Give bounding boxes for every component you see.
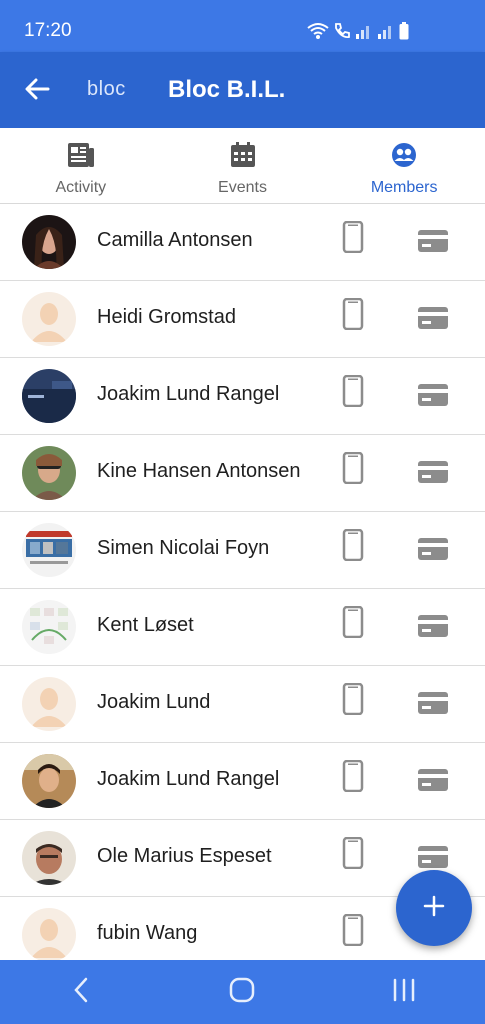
plus-icon <box>423 895 445 922</box>
newspaper-icon <box>67 142 95 173</box>
member-name: Heidi Gromstad <box>97 306 236 328</box>
phone-icon[interactable] <box>342 297 364 335</box>
nav-home-button[interactable] <box>212 967 272 1017</box>
member-name: Simen Nicolai Foyn <box>97 537 270 559</box>
avatar <box>22 600 76 654</box>
member-name: fubin Wang <box>97 922 198 944</box>
member-name: Joakim Lund <box>97 691 211 713</box>
card-icon[interactable] <box>418 769 448 796</box>
phone-icon[interactable] <box>342 605 364 643</box>
tab-activity[interactable]: Activity <box>0 128 162 203</box>
member-name: Kent Løset <box>97 614 194 636</box>
battery-icon <box>399 22 409 40</box>
back-nav-icon <box>73 977 89 1008</box>
home-nav-icon <box>229 977 255 1008</box>
card-icon[interactable] <box>418 846 448 873</box>
card-icon[interactable] <box>418 230 448 257</box>
card-icon[interactable] <box>418 692 448 719</box>
phone-icon[interactable] <box>342 220 364 258</box>
add-member-button[interactable] <box>396 870 472 946</box>
system-nav-bar <box>0 960 485 1024</box>
phone-icon[interactable] <box>342 451 364 489</box>
arrow-left-icon <box>24 78 50 105</box>
signal-icon <box>355 22 373 40</box>
wifi-icon <box>307 22 329 40</box>
member-name: Joakim Lund Rangel <box>97 768 280 790</box>
avatar <box>22 831 76 885</box>
list-item[interactable]: Joakim Lund <box>0 666 485 743</box>
tab-label: Activity <box>55 179 107 196</box>
calendar-icon <box>230 142 256 173</box>
avatar <box>22 292 76 346</box>
logo: bloc <box>87 78 126 100</box>
card-icon[interactable] <box>418 307 448 334</box>
phone-icon[interactable] <box>342 913 364 951</box>
card-icon[interactable] <box>418 384 448 411</box>
avatar <box>22 215 76 269</box>
list-item[interactable]: Simen Nicolai Foyn <box>0 512 485 589</box>
list-item[interactable]: Joakim Lund Rangel <box>0 743 485 820</box>
page-title: Bloc B.I.L. <box>168 76 286 103</box>
list-item[interactable]: Camilla Antonsen <box>0 204 485 281</box>
phone-icon[interactable] <box>342 759 364 797</box>
member-name: Ole Marius Espeset <box>97 845 272 867</box>
member-list: Camilla Antonsen Heidi Gromstad Joakim L… <box>0 204 485 960</box>
list-item[interactable]: Heidi Gromstad <box>0 281 485 358</box>
tab-label: Events <box>218 179 267 196</box>
member-name: Joakim Lund Rangel <box>97 383 280 405</box>
tab-members[interactable]: Members <box>323 128 485 203</box>
avatar <box>22 446 76 500</box>
avatar <box>22 754 76 808</box>
avatar <box>22 908 76 960</box>
phone-icon[interactable] <box>342 836 364 874</box>
list-item[interactable]: Joakim Lund Rangel <box>0 358 485 435</box>
people-icon <box>391 142 417 173</box>
tab-label: Members <box>370 179 438 196</box>
phone-icon[interactable] <box>342 374 364 412</box>
tab-bar: Activity Events Members <box>0 128 485 204</box>
app-bar: bloc Bloc B.I.L. <box>0 52 485 128</box>
card-icon[interactable] <box>418 538 448 565</box>
status-bar: 17:20 <box>0 0 485 52</box>
status-time: 17:20 <box>24 20 72 41</box>
list-item[interactable]: Kent Løset <box>0 589 485 666</box>
avatar <box>22 369 76 423</box>
nav-back-button[interactable] <box>51 967 111 1017</box>
phone-icon[interactable] <box>342 682 364 720</box>
tab-events[interactable]: Events <box>162 128 324 203</box>
status-icons <box>307 20 409 42</box>
card-icon[interactable] <box>418 461 448 488</box>
phone-icon[interactable] <box>342 528 364 566</box>
avatar <box>22 523 76 577</box>
call-icon <box>333 22 351 40</box>
member-name: Kine Hansen Antonsen <box>97 460 301 482</box>
back-button[interactable] <box>16 70 58 112</box>
avatar <box>22 677 76 731</box>
signal-icon <box>377 22 395 40</box>
nav-recents-button[interactable] <box>374 967 434 1017</box>
recents-nav-icon <box>392 978 416 1007</box>
member-name: Camilla Antonsen <box>97 229 253 251</box>
card-icon[interactable] <box>418 615 448 642</box>
list-item[interactable]: Kine Hansen Antonsen <box>0 435 485 512</box>
